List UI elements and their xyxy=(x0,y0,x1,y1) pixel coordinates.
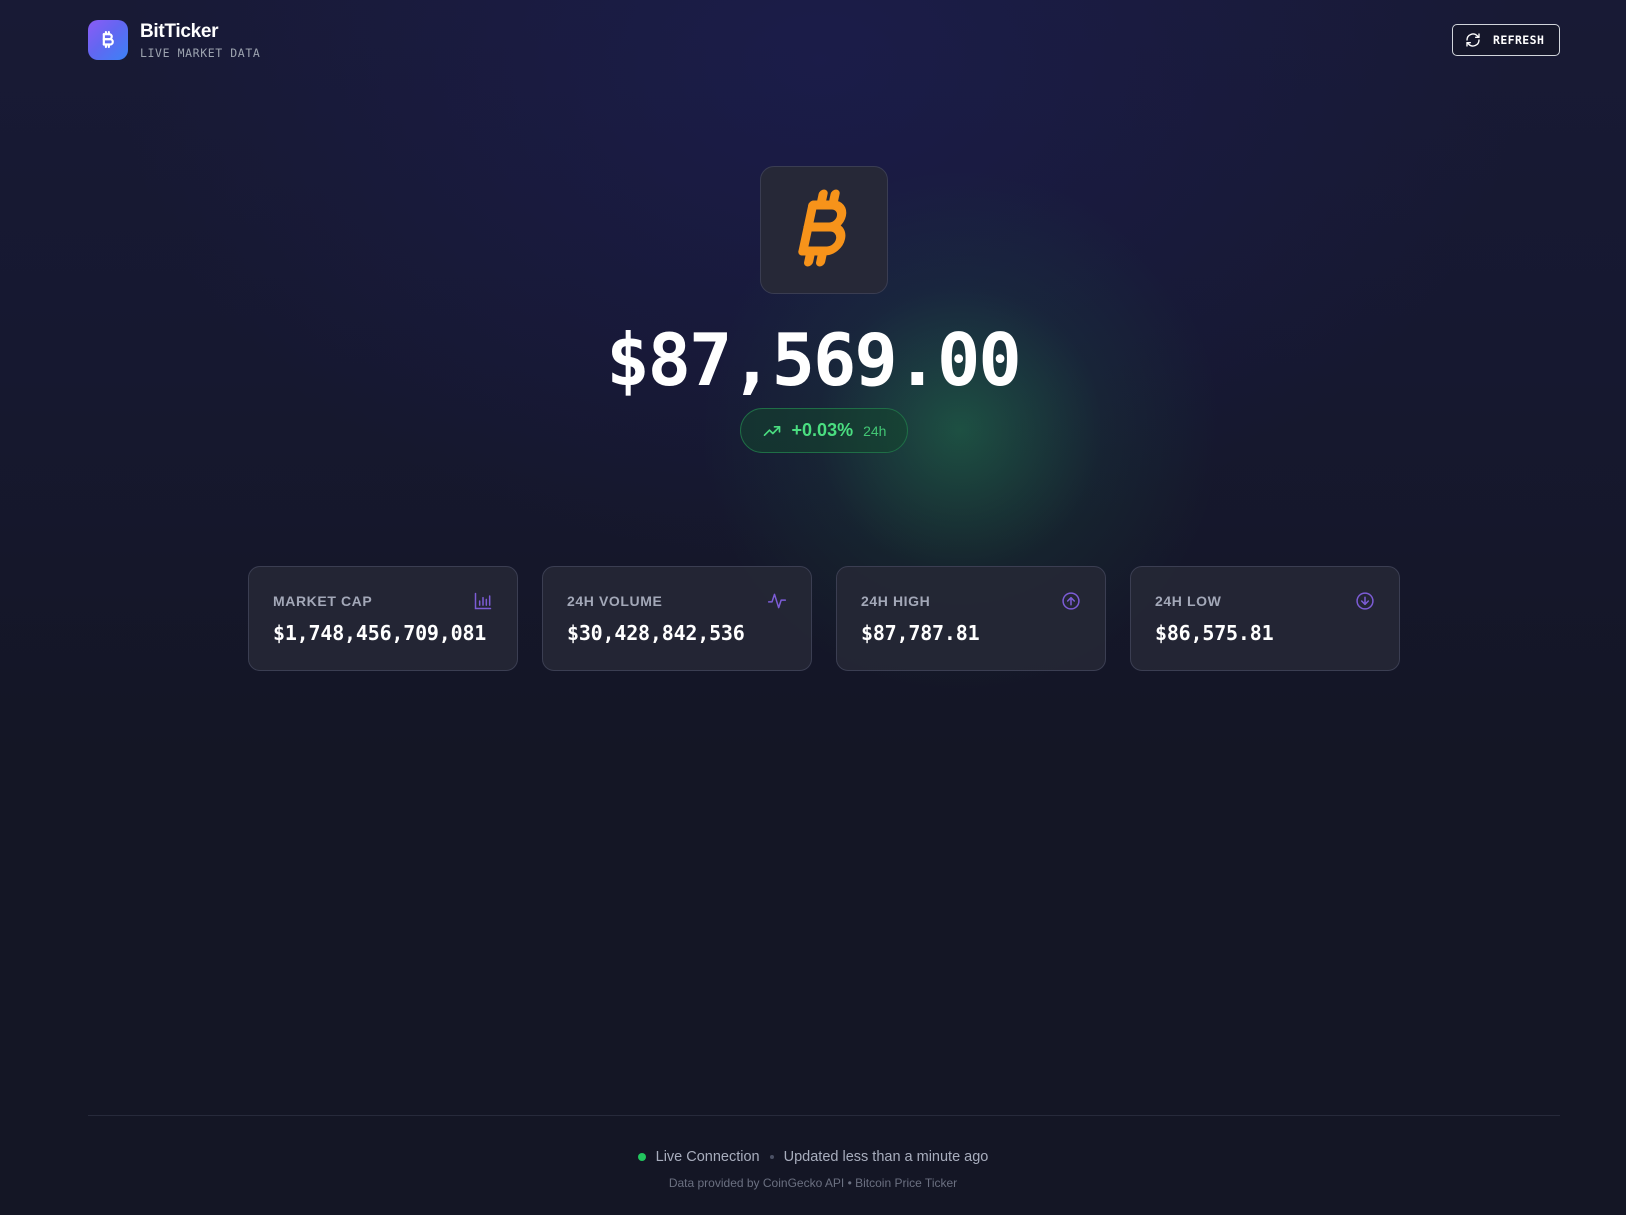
refresh-button[interactable]: REFRESH xyxy=(1452,24,1560,56)
stat-value: $86,575.81 xyxy=(1155,621,1274,645)
app-title: BitTicker xyxy=(140,20,219,42)
stat-label: 24H VOLUME xyxy=(567,593,663,609)
bitcoin-icon xyxy=(102,31,114,49)
connection-status: Live Connection Updated less than a minu… xyxy=(0,1149,1626,1165)
stat-label: MARKET CAP xyxy=(273,593,373,609)
price-change-percent: +0.03% xyxy=(791,420,854,440)
data-credit: Data provided by CoinGecko API • Bitcoin… xyxy=(668,1176,958,1190)
footer-divider xyxy=(88,1115,1560,1116)
trending-up-icon xyxy=(763,425,780,436)
coin-badge xyxy=(760,166,888,294)
updated-label: Updated less than a minute ago xyxy=(783,1149,989,1165)
brand: BitTicker LIVE MARKET DATA xyxy=(88,20,260,60)
stat-card-24h-low: 24H LOW $86,575.81 xyxy=(1130,566,1400,671)
refresh-label: REFRESH xyxy=(1493,33,1545,47)
price-change-period: 24h xyxy=(863,422,887,439)
stat-label: 24H HIGH xyxy=(861,593,931,609)
stat-value: $30,428,842,536 xyxy=(567,621,745,645)
stat-value: $87,787.81 xyxy=(861,621,980,645)
activity-icon xyxy=(767,593,787,609)
bar-chart-icon xyxy=(474,592,492,610)
stats-row: MARKET CAP $1,748,456,709,081 24H VOLUME… xyxy=(248,566,1400,671)
stat-card-24h-volume: 24H VOLUME $30,428,842,536 xyxy=(542,566,812,671)
arrow-down-circle-icon xyxy=(1356,592,1374,610)
live-indicator-icon xyxy=(637,1153,646,1161)
stat-card-market-cap: MARKET CAP $1,748,456,709,081 xyxy=(248,566,518,671)
bitcoin-icon xyxy=(798,189,847,267)
stat-label: 24H LOW xyxy=(1155,593,1222,609)
arrow-up-circle-icon xyxy=(1062,592,1080,610)
stat-value: $1,748,456,709,081 xyxy=(273,621,487,645)
refresh-icon xyxy=(1466,33,1480,47)
btc-price: $87,569.00 xyxy=(606,318,1021,402)
app-header: BitTicker LIVE MARKET DATA REFRESH xyxy=(88,18,1560,62)
separator-dot xyxy=(769,1155,774,1159)
stat-card-24h-high: 24H HIGH $87,787.81 xyxy=(836,566,1106,671)
app-subtitle: LIVE MARKET DATA xyxy=(140,45,261,60)
price-change-badge: +0.03% 24h xyxy=(740,408,908,453)
connection-label: Live Connection xyxy=(655,1149,760,1165)
app-logo xyxy=(88,20,128,60)
